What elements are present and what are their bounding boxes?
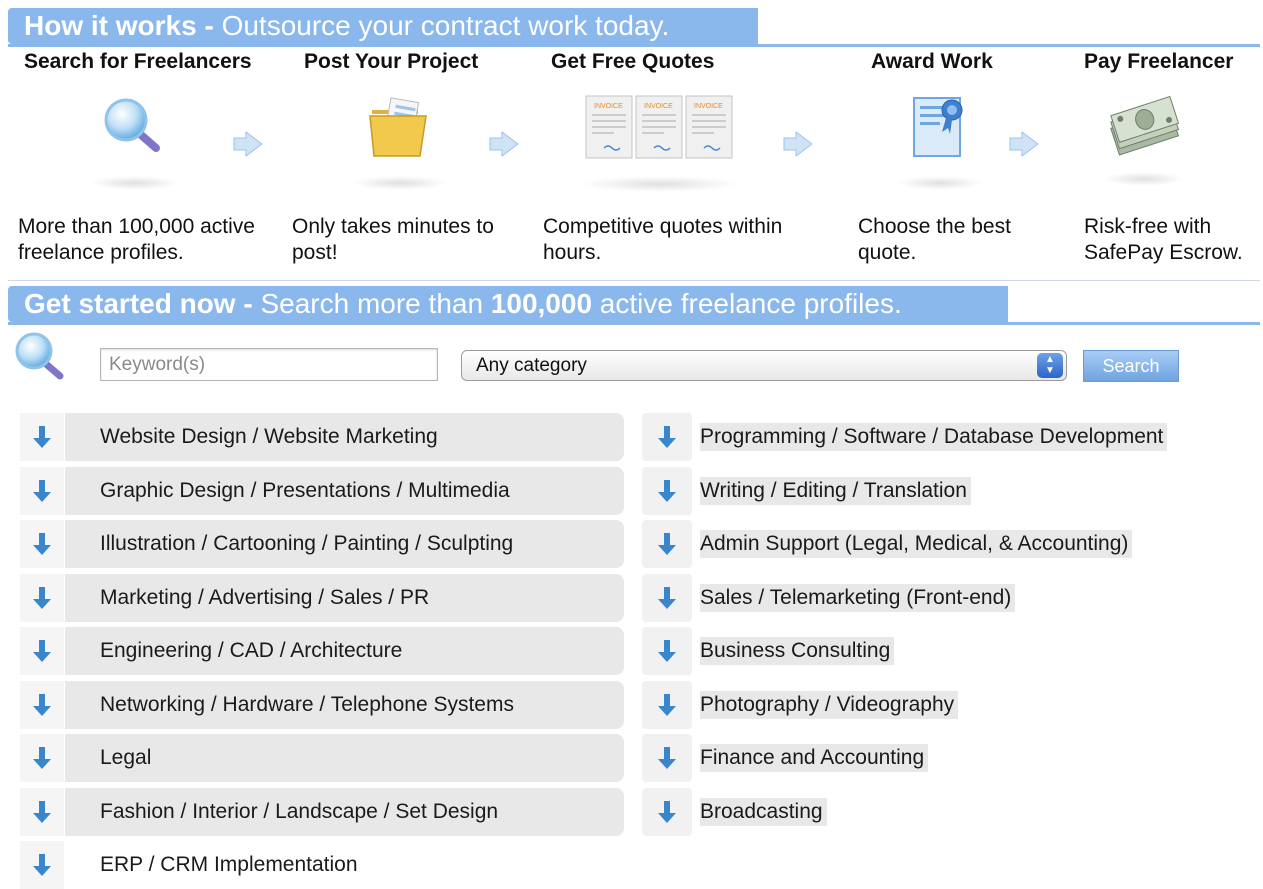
section-divider (8, 280, 1260, 281)
how-it-works-title-bold: How it works - (24, 10, 222, 41)
category-item[interactable]: Website Design / Website Marketing (20, 413, 624, 461)
get-started-text: Search more than (260, 288, 491, 319)
arrow-down-icon (20, 466, 65, 515)
arrow-down-icon (642, 787, 692, 836)
arrow-right-icon (1009, 131, 1039, 157)
magnifier-shadow (90, 176, 180, 190)
arrow-down-icon (642, 734, 692, 782)
profile-count: 100,000 (490, 288, 593, 319)
money-shadow (1104, 172, 1184, 186)
step-title-quotes: Get Free Quotes (551, 50, 715, 73)
category-item[interactable]: Graphic Design / Presentations / Multime… (20, 466, 624, 515)
category-label: Broadcasting (700, 797, 827, 826)
category-label: Business Consulting (700, 637, 895, 665)
search-button[interactable]: Search (1083, 350, 1179, 382)
step-desc-award: Choose the best quote. (858, 215, 1011, 264)
how-it-works-underline (8, 44, 1260, 47)
category-label: Illustration / Cartooning / Painting / S… (100, 532, 514, 555)
step-title-search: Search for Freelancers (24, 50, 252, 73)
search-icon (15, 332, 64, 380)
step-title-award: Award Work (871, 50, 993, 73)
arrow-down-icon (642, 466, 692, 515)
get-started-bold: Get started now - (24, 288, 261, 319)
money-icon (1110, 96, 1180, 156)
category-select[interactable]: Any category ▲ ▼ (461, 350, 1067, 381)
category-label: Photography / Videography (700, 690, 959, 719)
category-item[interactable]: Networking / Hardware / Telephone System… (20, 680, 624, 729)
magnifier-icon (104, 98, 160, 152)
arrow-down-icon (20, 787, 65, 836)
arrow-down-icon (20, 413, 65, 461)
category-item[interactable]: Fashion / Interior / Landscape / Set Des… (20, 787, 624, 836)
category-label: Engineering / CAD / Architecture (100, 639, 403, 662)
arrow-right-icon (783, 131, 813, 157)
step-desc-search: More than 100,000 active freelance profi… (18, 215, 255, 264)
arrow-down-icon (642, 520, 692, 568)
arrow-down-icon (20, 627, 65, 675)
arrow-down-icon (642, 573, 692, 622)
step-desc-pay: Risk-free with SafePay Escrow. (1084, 215, 1243, 264)
category-label: Legal (100, 746, 152, 769)
keyword-input[interactable] (100, 348, 438, 381)
category-item[interactable]: Legal (20, 734, 624, 782)
get-started-text-end: active freelance profiles. (592, 288, 902, 319)
arrow-down-icon (20, 520, 65, 568)
category-label: Sales / Telemarketing (Front-end) (700, 583, 1016, 612)
category-item[interactable]: Engineering / CAD / Architecture (20, 627, 624, 675)
category-label: Admin Support (Legal, Medical, & Account… (700, 530, 1133, 558)
step-desc-post: Only takes minutes to post! (292, 215, 494, 264)
step-title-pay: Pay Freelancer (1084, 50, 1234, 73)
arrow-down-icon (20, 680, 65, 729)
svg-text:INVOICE: INVOICE (594, 103, 623, 110)
arrow-right-icon (233, 131, 263, 157)
arrow-down-icon (642, 627, 692, 675)
category-label: Programming / Software / Database Develo… (700, 423, 1168, 451)
svg-text:INVOICE: INVOICE (694, 103, 723, 110)
arrow-down-icon (642, 680, 692, 729)
certificate-shadow (898, 176, 982, 190)
arrow-right-icon (489, 131, 519, 157)
category-label: Writing / Editing / Translation (700, 476, 971, 505)
how-it-works-title-rest: Outsource your contract work today. (221, 10, 670, 41)
category-label: Marketing / Advertising / Sales / PR (100, 585, 430, 609)
arrow-down-icon (642, 413, 692, 461)
arrow-down-icon (20, 573, 65, 622)
category-label: Networking / Hardware / Telephone System… (100, 692, 514, 716)
get-started-banner: Get started now - Search more than 100,0… (8, 286, 1008, 322)
arrow-down-icon (20, 734, 65, 782)
quotes-shadow (580, 176, 740, 192)
get-started-underline (8, 322, 1260, 325)
category-label: Fashion / Interior / Landscape / Set Des… (100, 799, 499, 823)
how-it-works-banner: How it works - Outsource your contract w… (8, 8, 758, 44)
folder-icon (369, 97, 427, 157)
step-title-post: Post Your Project (304, 50, 479, 73)
category-item[interactable]: Marketing / Advertising / Sales / PR (20, 573, 624, 622)
certificate-icon (913, 97, 963, 157)
category-item[interactable]: Illustration / Cartooning / Painting / S… (20, 520, 624, 568)
category-label: Graphic Design / Presentations / Multime… (100, 478, 510, 502)
category-select-value: Any category (476, 355, 587, 376)
step-desc-quotes: Competitive quotes within hours. (543, 215, 783, 264)
svg-text:INVOICE: INVOICE (644, 103, 673, 110)
folder-shadow (352, 176, 448, 190)
quotes-documents-icon: INVOICE INVOICE INVOICE (585, 95, 733, 159)
select-stepper-icon: ▲ ▼ (1037, 353, 1063, 378)
category-label: Finance and Accounting (700, 744, 929, 772)
category-label: Website Design / Website Marketing (100, 425, 438, 448)
